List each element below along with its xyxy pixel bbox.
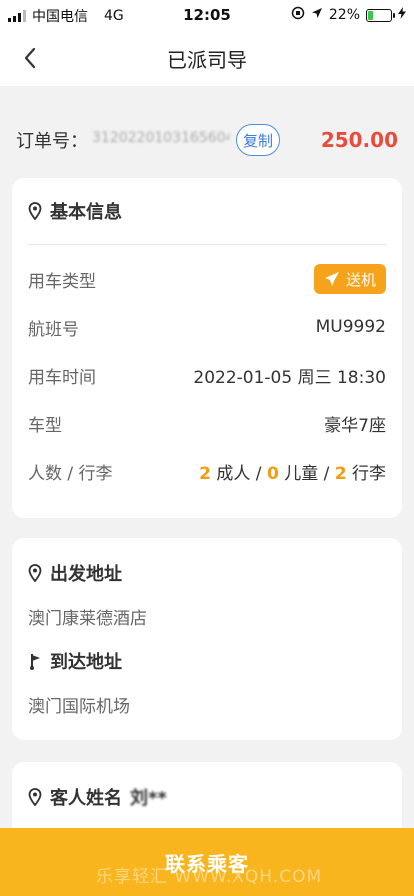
location-pin-icon bbox=[28, 564, 42, 582]
orientation-lock-icon bbox=[291, 6, 305, 24]
battery-icon bbox=[366, 8, 395, 22]
child-count: 0 bbox=[266, 463, 279, 484]
passenger-row: 人数 / 行李 2 成人 / 0 儿童 / 2 行李 bbox=[28, 456, 386, 486]
flight-row: 航班号 MU9992 bbox=[28, 312, 386, 342]
chevron-left-icon bbox=[24, 47, 36, 69]
guest-header: 客人姓名 刘** bbox=[28, 784, 167, 810]
arrival-address: 澳门国际机场 bbox=[28, 697, 130, 717]
vehicle-value: 豪华7座 bbox=[324, 415, 386, 436]
adult-count: 2 bbox=[199, 463, 211, 484]
basic-info-header: 基本信息 bbox=[28, 198, 122, 224]
luggage-count: 2 bbox=[334, 463, 347, 484]
location-arrow-icon bbox=[311, 7, 323, 23]
separator: / bbox=[250, 463, 267, 484]
order-number: 3120220103165604 bbox=[92, 130, 230, 146]
separator: / bbox=[318, 463, 335, 484]
basic-info-card: 基本信息 用车类型 送机 航班号 MU9992 用车时间 2022-01-05 … bbox=[12, 178, 402, 518]
child-label: 儿童 bbox=[284, 463, 319, 484]
status-bar: 中国电信 4G 12:05 22% bbox=[0, 0, 414, 30]
copy-button[interactable]: 复制 bbox=[236, 124, 280, 156]
battery-percent: 22% bbox=[328, 7, 360, 23]
time-value: 2022-01-05 周三 18:30 bbox=[193, 367, 386, 388]
departure-title: 出发地址 bbox=[50, 564, 122, 585]
order-label: 订单号： bbox=[16, 131, 88, 152]
dropoff-tag: 送机 bbox=[313, 264, 386, 294]
arrival-header: 到达地址 bbox=[28, 648, 122, 674]
back-button[interactable] bbox=[10, 38, 50, 78]
vehicle-label: 车型 bbox=[28, 415, 62, 436]
guest-name: 刘** bbox=[130, 788, 167, 809]
location-pin-icon bbox=[28, 788, 42, 806]
basic-info-title: 基本信息 bbox=[50, 202, 122, 223]
vehicle-row: 车型 豪华7座 bbox=[28, 408, 386, 438]
flight-label: 航班号 bbox=[28, 319, 79, 340]
departure-header: 出发地址 bbox=[28, 560, 122, 586]
guest-title: 客人姓名 bbox=[50, 788, 122, 809]
watermark: 乐享轻汇 WWW.XQH.COM bbox=[96, 867, 323, 887]
adult-label: 成人 bbox=[216, 463, 251, 484]
car-type-row: 用车类型 送机 bbox=[28, 264, 386, 294]
car-type-label: 用车类型 bbox=[28, 271, 96, 292]
nav-bar: 已派司导 bbox=[0, 30, 414, 86]
departure-address: 澳门康莱德酒店 bbox=[28, 609, 147, 629]
arrival-title: 到达地址 bbox=[50, 652, 122, 673]
location-pin-icon bbox=[28, 202, 42, 220]
status-right: 22% bbox=[291, 6, 406, 24]
charging-icon bbox=[398, 7, 406, 23]
order-row: 订单号： 3120220103165604 复制 250.00 bbox=[16, 110, 398, 170]
address-card: 出发地址 澳门康莱德酒店 到达地址 澳门国际机场 bbox=[12, 538, 402, 740]
dropoff-tag-label: 送机 bbox=[345, 270, 376, 289]
order-price: 250.00 bbox=[320, 128, 398, 152]
passenger-value: 2 成人 / 0 儿童 / 2 行李 bbox=[199, 459, 386, 484]
page-title: 已派司导 bbox=[167, 47, 247, 72]
time-label: 用车时间 bbox=[28, 367, 96, 388]
luggage-label: 行李 bbox=[352, 463, 386, 484]
time-row: 用车时间 2022-01-05 周三 18:30 bbox=[28, 360, 386, 390]
airplane-icon bbox=[324, 272, 339, 286]
flight-value: MU9992 bbox=[315, 317, 386, 337]
passenger-label: 人数 / 行李 bbox=[28, 463, 113, 484]
battery-fill bbox=[368, 10, 373, 20]
flag-icon bbox=[30, 654, 40, 670]
divider bbox=[28, 244, 386, 245]
